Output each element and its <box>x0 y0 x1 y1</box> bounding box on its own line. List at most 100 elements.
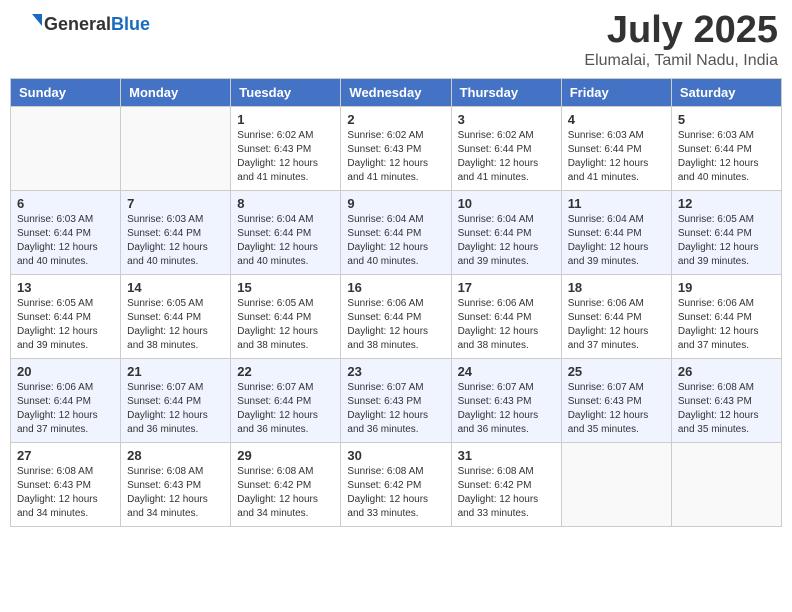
day-info: Sunrise: 6:06 AMSunset: 6:44 PMDaylight:… <box>458 297 555 353</box>
day-number: 6 <box>17 196 114 211</box>
day-info: Sunrise: 6:05 AMSunset: 6:44 PMDaylight:… <box>678 213 775 269</box>
day-number: 25 <box>568 364 665 379</box>
calendar-cell: 9 Sunrise: 6:04 AMSunset: 6:44 PMDaylight… <box>341 190 451 274</box>
calendar-cell: 1 Sunrise: 6:02 AMSunset: 6:43 PMDaylight… <box>231 106 341 190</box>
day-info: Sunrise: 6:03 AMSunset: 6:44 PMDaylight:… <box>127 213 224 269</box>
day-number: 24 <box>458 364 555 379</box>
day-info: Sunrise: 6:02 AMSunset: 6:43 PMDaylight:… <box>347 129 444 185</box>
calendar-cell: 8 Sunrise: 6:04 AMSunset: 6:44 PMDaylight… <box>231 190 341 274</box>
col-header-monday: Monday <box>121 78 231 106</box>
day-info: Sunrise: 6:07 AMSunset: 6:44 PMDaylight:… <box>127 381 224 437</box>
col-header-wednesday: Wednesday <box>341 78 451 106</box>
calendar-cell: 29 Sunrise: 6:08 AMSunset: 6:42 PMDayligh… <box>231 442 341 526</box>
day-number: 28 <box>127 448 224 463</box>
calendar-cell: 30Sunrise: 6:08 AMSunset: 6:42 PMDayligh… <box>341 442 451 526</box>
day-info: Sunrise: 6:07 AMSunset: 6:43 PMDaylight:… <box>568 381 665 437</box>
calendar-cell: 21Sunrise: 6:07 AMSunset: 6:44 PMDayligh… <box>121 358 231 442</box>
logo-blue-text: Blue <box>111 14 150 34</box>
logo-icon <box>14 10 42 38</box>
calendar-cell: 4 Sunrise: 6:03 AMSunset: 6:44 PMDaylight… <box>561 106 671 190</box>
day-info: Sunrise: 6:02 AMSunset: 6:43 PMDaylight:… <box>237 129 334 185</box>
col-header-friday: Friday <box>561 78 671 106</box>
calendar-cell <box>671 442 781 526</box>
day-info: Sunrise: 6:04 AMSunset: 6:44 PMDaylight:… <box>458 213 555 269</box>
col-header-saturday: Saturday <box>671 78 781 106</box>
calendar-cell: 22 Sunrise: 6:07 AMSunset: 6:44 PMDayligh… <box>231 358 341 442</box>
calendar-cell: 2 Sunrise: 6:02 AMSunset: 6:43 PMDaylight… <box>341 106 451 190</box>
col-header-sunday: Sunday <box>11 78 121 106</box>
title-block: July 2025 Elumalai, Tamil Nadu, India <box>584 10 778 70</box>
day-number: 14 <box>127 280 224 295</box>
day-info: Sunrise: 6:08 AMSunset: 6:43 PMDaylight:… <box>127 465 224 521</box>
day-number: 7 <box>127 196 224 211</box>
day-info: Sunrise: 6:07 AMSunset: 6:44 PMDaylight:… <box>237 381 334 437</box>
day-number: 16 <box>347 280 444 295</box>
day-info: Sunrise: 6:06 AMSunset: 6:44 PMDaylight:… <box>17 381 114 437</box>
page-header: GeneralBlue July 2025 Elumalai, Tamil Na… <box>10 10 782 70</box>
day-number: 1 <box>237 112 334 127</box>
calendar-cell: 25 Sunrise: 6:07 AMSunset: 6:43 PMDayligh… <box>561 358 671 442</box>
calendar-week-row: 20Sunrise: 6:06 AMSunset: 6:44 PMDayligh… <box>11 358 782 442</box>
calendar-cell: 15Sunrise: 6:05 AMSunset: 6:44 PMDayligh… <box>231 274 341 358</box>
day-number: 15 <box>237 280 334 295</box>
day-number: 11 <box>568 196 665 211</box>
col-header-tuesday: Tuesday <box>231 78 341 106</box>
calendar-cell: 28 Sunrise: 6:08 AMSunset: 6:43 PMDayligh… <box>121 442 231 526</box>
calendar-cell: 11 Sunrise: 6:04 AMSunset: 6:44 PMDayligh… <box>561 190 671 274</box>
day-info: Sunrise: 6:06 AMSunset: 6:44 PMDaylight:… <box>678 297 775 353</box>
day-number: 12 <box>678 196 775 211</box>
day-number: 2 <box>347 112 444 127</box>
day-number: 27 <box>17 448 114 463</box>
calendar-cell: 17 Sunrise: 6:06 AMSunset: 6:44 PMDayligh… <box>451 274 561 358</box>
day-info: Sunrise: 6:04 AMSunset: 6:44 PMDaylight:… <box>237 213 334 269</box>
calendar-week-row: 27 Sunrise: 6:08 AMSunset: 6:43 PMDayligh… <box>11 442 782 526</box>
calendar-cell: 27 Sunrise: 6:08 AMSunset: 6:43 PMDayligh… <box>11 442 121 526</box>
day-number: 9 <box>347 196 444 211</box>
day-info: Sunrise: 6:08 AMSunset: 6:43 PMDaylight:… <box>678 381 775 437</box>
day-info: Sunrise: 6:05 AMSunset: 6:44 PMDaylight:… <box>127 297 224 353</box>
day-info: Sunrise: 6:04 AMSunset: 6:44 PMDaylight:… <box>568 213 665 269</box>
day-number: 4 <box>568 112 665 127</box>
day-number: 17 <box>458 280 555 295</box>
calendar-cell: 26 Sunrise: 6:08 AMSunset: 6:43 PMDayligh… <box>671 358 781 442</box>
calendar-header-row: SundayMondayTuesdayWednesdayThursdayFrid… <box>11 78 782 106</box>
day-number: 3 <box>458 112 555 127</box>
day-number: 29 <box>237 448 334 463</box>
calendar-week-row: 13 Sunrise: 6:05 AMSunset: 6:44 PMDayligh… <box>11 274 782 358</box>
calendar-cell: 10 Sunrise: 6:04 AMSunset: 6:44 PMDayligh… <box>451 190 561 274</box>
day-number: 26 <box>678 364 775 379</box>
calendar-cell: 6 Sunrise: 6:03 AMSunset: 6:44 PMDaylight… <box>11 190 121 274</box>
day-info: Sunrise: 6:03 AMSunset: 6:44 PMDaylight:… <box>678 129 775 185</box>
calendar-cell: 5 Sunrise: 6:03 AMSunset: 6:44 PMDaylight… <box>671 106 781 190</box>
day-number: 8 <box>237 196 334 211</box>
day-number: 22 <box>237 364 334 379</box>
calendar-cell: 14 Sunrise: 6:05 AMSunset: 6:44 PMDayligh… <box>121 274 231 358</box>
calendar-cell: 3 Sunrise: 6:02 AMSunset: 6:44 PMDaylight… <box>451 106 561 190</box>
col-header-thursday: Thursday <box>451 78 561 106</box>
calendar-cell: 31 Sunrise: 6:08 AMSunset: 6:42 PMDayligh… <box>451 442 561 526</box>
day-number: 18 <box>568 280 665 295</box>
day-number: 10 <box>458 196 555 211</box>
calendar-cell: 24 Sunrise: 6:07 AMSunset: 6:43 PMDayligh… <box>451 358 561 442</box>
day-number: 23 <box>347 364 444 379</box>
day-info: Sunrise: 6:06 AMSunset: 6:44 PMDaylight:… <box>568 297 665 353</box>
day-info: Sunrise: 6:07 AMSunset: 6:43 PMDaylight:… <box>458 381 555 437</box>
calendar-cell <box>121 106 231 190</box>
day-info: Sunrise: 6:02 AMSunset: 6:44 PMDaylight:… <box>458 129 555 185</box>
day-number: 31 <box>458 448 555 463</box>
day-info: Sunrise: 6:08 AMSunset: 6:42 PMDaylight:… <box>237 465 334 521</box>
logo: GeneralBlue <box>14 10 150 38</box>
calendar-cell: 16Sunrise: 6:06 AMSunset: 6:44 PMDayligh… <box>341 274 451 358</box>
day-info: Sunrise: 6:08 AMSunset: 6:42 PMDaylight:… <box>458 465 555 521</box>
calendar-cell <box>561 442 671 526</box>
day-info: Sunrise: 6:08 AMSunset: 6:43 PMDaylight:… <box>17 465 114 521</box>
calendar-cell: 20Sunrise: 6:06 AMSunset: 6:44 PMDayligh… <box>11 358 121 442</box>
day-number: 5 <box>678 112 775 127</box>
calendar-week-row: 6 Sunrise: 6:03 AMSunset: 6:44 PMDaylight… <box>11 190 782 274</box>
calendar-cell: 13Sunrise: 6:05 AMSunset: 6:44 PMDayligh… <box>11 274 121 358</box>
day-number: 19 <box>678 280 775 295</box>
day-number: 13 <box>17 280 114 295</box>
day-info: Sunrise: 6:04 AMSunset: 6:44 PMDaylight:… <box>347 213 444 269</box>
day-info: Sunrise: 6:03 AMSunset: 6:44 PMDaylight:… <box>17 213 114 269</box>
day-info: Sunrise: 6:03 AMSunset: 6:44 PMDaylight:… <box>568 129 665 185</box>
